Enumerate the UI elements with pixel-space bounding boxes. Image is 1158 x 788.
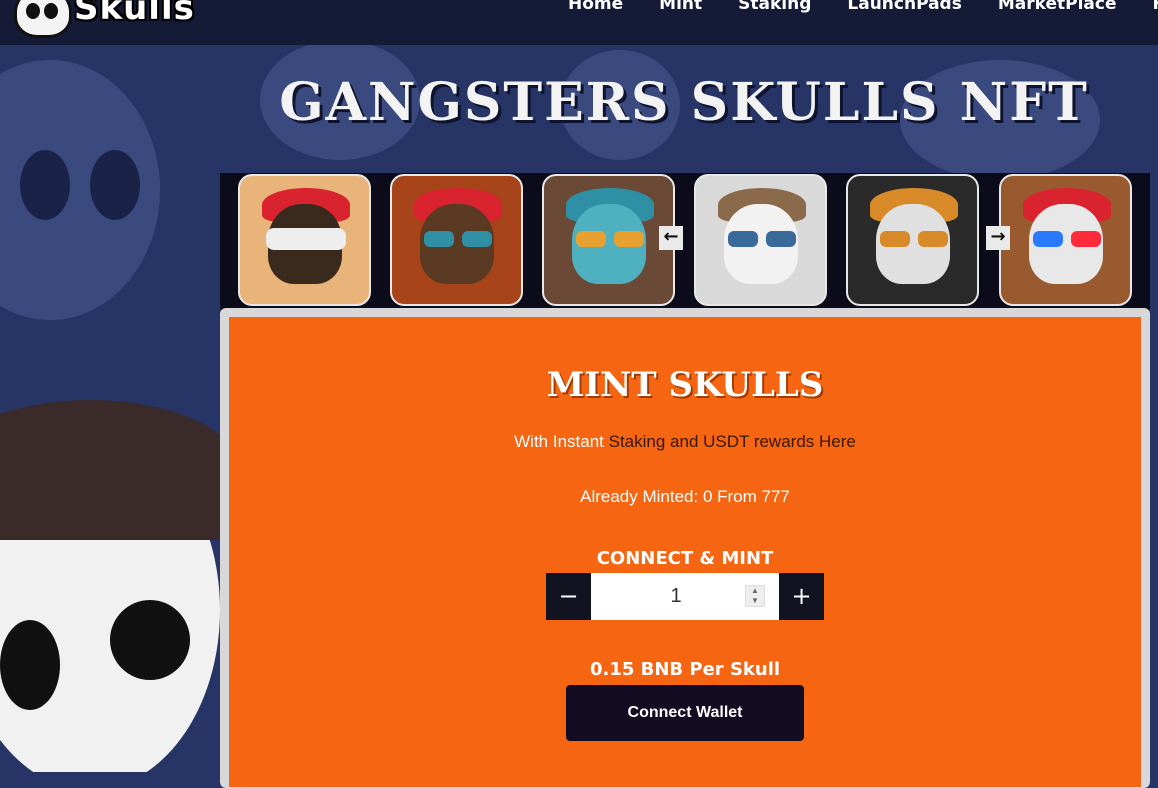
connect-mint-label: CONNECT & MINT <box>229 548 1141 569</box>
mint-title: MINT SKULLS <box>229 365 1141 405</box>
main-nav: Home Mint Staking LaunchPads MarketPlace… <box>568 0 1158 14</box>
price-label: 0.15 BNB Per Skull <box>229 659 1141 680</box>
nft-carousel: ← → <box>220 173 1150 310</box>
decrement-button[interactable]: − <box>546 573 591 620</box>
spinner-icon[interactable]: ▲▼ <box>745 585 765 607</box>
page-title: GANGSTERS SKULLS NFT <box>0 72 1158 133</box>
nav-more[interactable]: Ho <box>1153 0 1158 14</box>
nav-launchpads[interactable]: LaunchPads <box>847 0 961 14</box>
mint-panel-body: MINT SKULLS With Instant Staking and USD… <box>229 317 1141 787</box>
brand-logo-text: Skulls <box>74 0 195 28</box>
nav-staking[interactable]: Staking <box>738 0 811 14</box>
nav-marketplace[interactable]: MarketPlace <box>998 0 1117 14</box>
subtitle-prefix: With Instant <box>514 432 608 451</box>
nft-card[interactable] <box>999 174 1132 306</box>
increment-button[interactable]: + <box>779 573 824 620</box>
nav-mint[interactable]: Mint <box>659 0 702 14</box>
nft-card[interactable] <box>390 174 523 306</box>
arrow-left-icon[interactable]: ← <box>659 226 683 250</box>
subtitle-highlight: Staking and USDT rewards Here <box>609 432 856 451</box>
connect-wallet-button[interactable]: Connect Wallet <box>566 685 804 741</box>
mint-subtitle: With Instant Staking and USDT rewards He… <box>229 432 1141 452</box>
brand-logo[interactable]: Skulls <box>12 0 207 36</box>
nft-card[interactable] <box>846 174 979 306</box>
nav-home[interactable]: Home <box>568 0 623 14</box>
nft-card[interactable] <box>238 174 371 306</box>
minted-count: Already Minted: 0 From 777 <box>229 487 1141 507</box>
nft-card[interactable] <box>694 174 827 306</box>
top-navbar: Skulls Home Mint Staking LaunchPads Mark… <box>0 0 1158 45</box>
arrow-right-icon[interactable]: → <box>986 226 1010 250</box>
mint-panel: MINT SKULLS With Instant Staking and USD… <box>220 308 1150 788</box>
quantity-input[interactable]: 1 ▲▼ <box>591 573 779 620</box>
quantity-stepper: − 1 ▲▼ + <box>546 573 824 620</box>
quantity-value: 1 <box>591 585 761 608</box>
nft-card[interactable] <box>542 174 675 306</box>
skull-logo-icon <box>14 0 72 38</box>
